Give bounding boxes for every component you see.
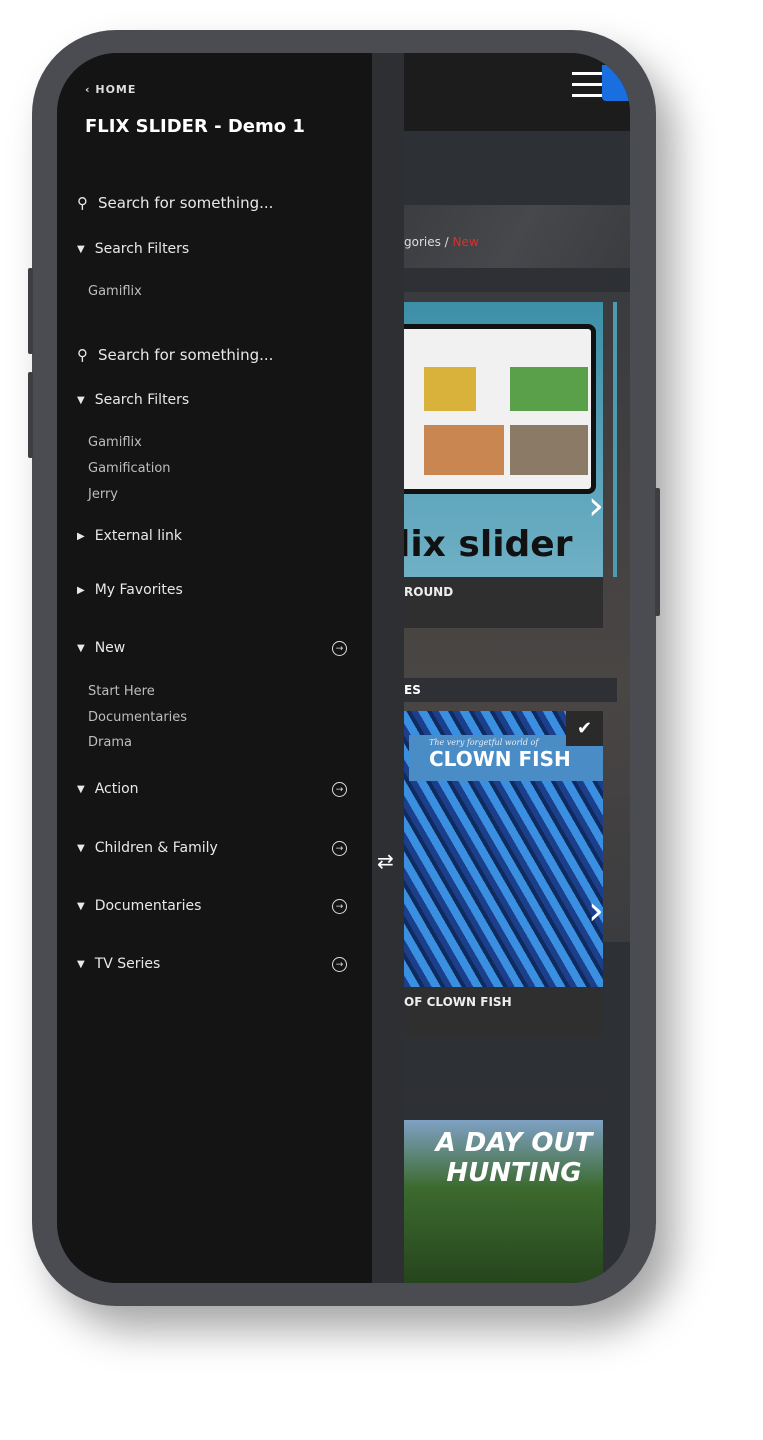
search-filters-toggle-2[interactable]: ▼ Search Filters: [77, 392, 189, 408]
menu-item-new[interactable]: ▼ New: [77, 640, 125, 656]
chevron-down-icon: ▼: [77, 842, 85, 854]
chevron-down-icon: ▼: [77, 642, 85, 654]
filter-item[interactable]: Gamiflix: [88, 435, 142, 450]
menu-item-documentaries[interactable]: ▼ Documentaries: [77, 898, 201, 914]
card-clown-fish[interactable]: The very forgetful world of CLOWN FISH ✔: [404, 711, 603, 987]
volume-down-button: [28, 372, 33, 458]
main-content: gories / New lix slider ROUND › ES The v…: [404, 53, 630, 1283]
arrow-circle-right-icon[interactable]: →: [332, 841, 347, 856]
swap-arrows-icon[interactable]: ⇄: [377, 849, 394, 873]
thumbnail: [424, 367, 476, 411]
section-header-1: [404, 268, 617, 292]
card-caption: ROUND: [404, 577, 603, 628]
arrow-circle-right-icon[interactable]: →: [332, 899, 347, 914]
volume-up-button: [28, 268, 33, 354]
card-caption: OF CLOWN FISH: [404, 987, 603, 1037]
checkmark-icon[interactable]: ✔: [566, 711, 603, 746]
menu-item-tv-series[interactable]: ▼ TV Series: [77, 956, 160, 972]
app-title: FLIX SLIDER - Demo 1: [85, 116, 305, 137]
submenu-item[interactable]: Start Here: [88, 684, 155, 699]
sidebar-menu: ‹ HOME FLIX SLIDER - Demo 1 ⚲ Search for …: [57, 53, 372, 1283]
chevron-down-icon: ▼: [77, 958, 85, 970]
section-header-3: [404, 1085, 617, 1109]
breadcrumb: gories / New: [404, 235, 479, 249]
submenu-item[interactable]: Drama: [88, 735, 132, 750]
menu-item-action[interactable]: ▼ Action: [77, 781, 139, 797]
card-day-out-hunting[interactable]: A DAY OUT HUNTING: [404, 1120, 603, 1283]
card-flix-slider[interactable]: lix slider: [404, 302, 603, 577]
search-filters-toggle-1[interactable]: ▼ Search Filters: [77, 241, 189, 257]
chevron-left-icon: ‹: [85, 83, 96, 96]
home-link[interactable]: ‹ HOME: [85, 83, 136, 96]
chevron-right-icon[interactable]: ›: [588, 483, 604, 529]
chevron-right-icon: ▶: [77, 530, 85, 542]
search-icon: ⚲: [77, 346, 88, 364]
chevron-right-icon: ▶: [77, 584, 85, 596]
sidebar-toggle-strip[interactable]: ⇄: [372, 53, 404, 1283]
user-button[interactable]: [602, 65, 630, 101]
power-button: [655, 488, 660, 616]
search-input-2[interactable]: ⚲ Search for something...: [77, 346, 273, 364]
filter-item[interactable]: Jerry: [88, 487, 118, 502]
chevron-down-icon: ▼: [77, 394, 85, 406]
search-icon: ⚲: [77, 194, 88, 212]
card-image-title: lix slider: [404, 524, 573, 565]
menu-item-children-family[interactable]: ▼ Children & Family: [77, 840, 218, 856]
breadcrumb-current[interactable]: New: [453, 235, 479, 249]
arrow-circle-right-icon[interactable]: →: [332, 957, 347, 972]
filter-item[interactable]: Gamification: [88, 461, 171, 476]
arrow-circle-right-icon[interactable]: →: [332, 782, 347, 797]
chevron-down-icon: ▼: [77, 900, 85, 912]
submenu-item[interactable]: Documentaries: [88, 710, 187, 725]
next-card-peek: [613, 302, 617, 577]
chevron-down-icon: ▼: [77, 783, 85, 795]
menu-item-my-favorites[interactable]: ▶ My Favorites: [77, 582, 183, 598]
card-image-title: A DAY OUT HUNTING: [435, 1128, 593, 1188]
chevron-down-icon: ▼: [77, 243, 85, 255]
menu-item-external-link[interactable]: ▶ External link: [77, 528, 182, 544]
arrow-circle-right-icon[interactable]: →: [332, 641, 347, 656]
thumbnail: [510, 367, 588, 411]
thumbnail: [424, 425, 504, 475]
filter-item[interactable]: Gamiflix: [88, 284, 142, 299]
chevron-right-icon[interactable]: ›: [588, 888, 604, 934]
laptop-screenshot-image: [404, 324, 596, 494]
section-header-2: ES: [404, 678, 617, 702]
hamburger-menu-icon[interactable]: [572, 72, 602, 98]
search-input-1[interactable]: ⚲ Search for something...: [77, 194, 273, 212]
thumbnail: [510, 425, 588, 475]
screen: ‹ HOME FLIX SLIDER - Demo 1 ⚲ Search for …: [57, 53, 630, 1283]
